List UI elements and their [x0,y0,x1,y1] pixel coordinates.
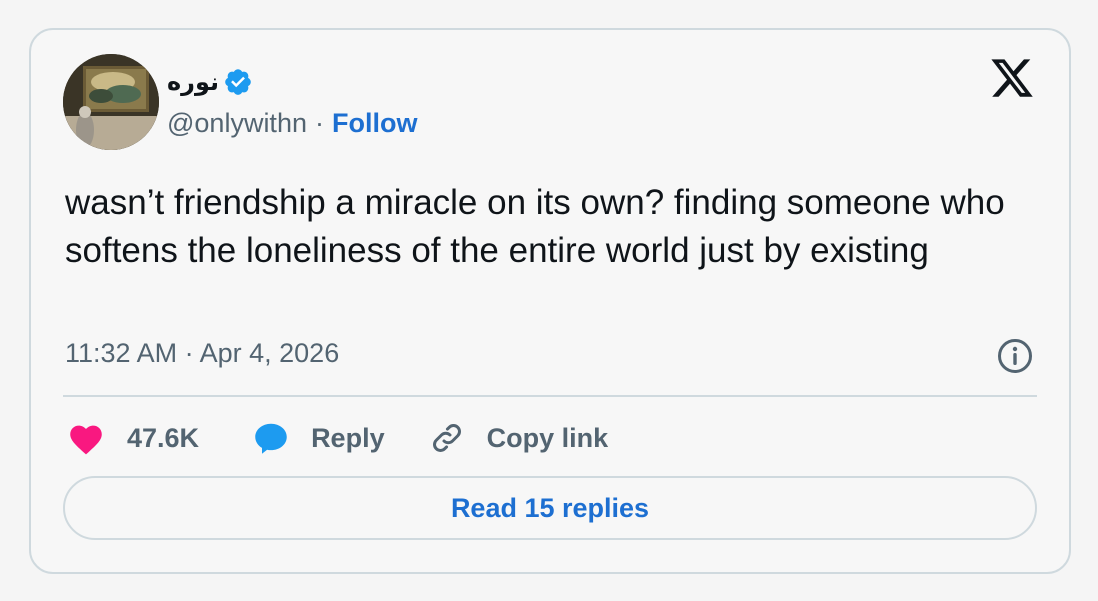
timestamp-separator: · [184,338,194,368]
read-replies-button[interactable]: Read 15 replies [63,476,1037,540]
avatar-painting-image [63,54,159,150]
tweet-text: wasn’t friendship a miracle on its own? … [65,183,1005,270]
tweet-timestamp[interactable]: 11:32 AM · Apr 4, 2026 [65,338,339,369]
author-display-name[interactable]: نوره [167,68,219,96]
follow-button[interactable]: Follow [332,108,417,139]
like-button[interactable]: 47.6K [67,421,199,455]
tweet-date: Apr 4, 2026 [199,338,340,368]
speech-bubble-icon [255,423,287,454]
reply-label: Reply [311,422,385,453]
x-logo-icon[interactable] [989,55,1035,101]
author-name-row: نوره [167,67,253,97]
author-handle-row: @onlywithn · Follow [167,108,417,139]
divider [63,395,1037,397]
likes-count: 47.6K [127,422,200,453]
link-icon [432,424,461,452]
copy-link-button[interactable]: Copy link [429,420,609,456]
copy-link-label: Copy link [486,422,609,453]
heart-icon [70,425,102,455]
avatar[interactable] [63,54,159,150]
tweet-card: نوره @onlywithn · Follow wasn’t friendsh… [29,28,1071,574]
separator-dot: · [314,108,324,138]
info-icon[interactable] [997,338,1033,374]
verified-badge-icon [225,69,251,95]
tweet-time: 11:32 AM [65,338,178,368]
tweet-actions: 47.6K Reply Copy link [67,418,608,458]
author-handle[interactable]: @onlywithn [167,108,307,139]
reply-button[interactable]: Reply [253,420,385,456]
